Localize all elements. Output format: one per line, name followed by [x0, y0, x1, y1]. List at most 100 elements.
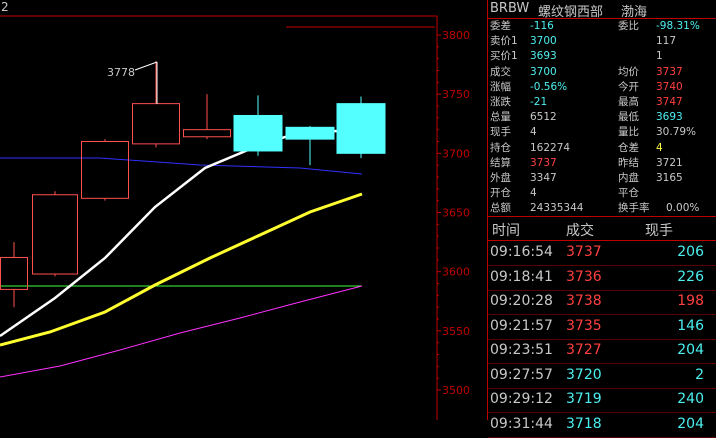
quote-label: 均价 — [618, 65, 639, 78]
quote-label: 总量 — [490, 111, 511, 124]
quote-row: 卖价1 3700 117 — [488, 35, 716, 47]
tick-row[interactable]: 09:16:54 3737 206 — [488, 241, 716, 265]
tick-price: 3737 — [566, 244, 602, 260]
quote-value: 0.00% — [666, 202, 700, 215]
tick-volume: 204 — [677, 415, 704, 432]
tick-time: 09:20:28 — [490, 293, 553, 309]
tick-time: 09:27:57 — [490, 366, 553, 383]
quote-value: 3693 — [530, 50, 557, 63]
tick-price: 3719 — [566, 391, 602, 407]
quote-label: 涨幅 — [490, 80, 511, 93]
tick-row[interactable]: 09:31:44 3718 204 — [488, 413, 716, 437]
quote-row: 涨跌 -21 最高 3747 — [488, 96, 716, 108]
quote-label: 委差 — [490, 20, 511, 32]
quote-label: 量比 — [618, 126, 639, 139]
tick-time: 09:31:44 — [490, 415, 553, 432]
quote-value: 4 — [656, 141, 663, 154]
quote-value: -21 — [530, 96, 548, 108]
quote-value: 3737 — [656, 65, 683, 78]
quote-row: 总额 24335344 换手率 0.00% — [488, 202, 716, 214]
candlestick-chart[interactable]: 2 3800 3750 3700 3650 3600 3550 3500 3778 — [0, 0, 487, 420]
header-separator — [488, 18, 716, 19]
tick-time: 09:18:41 — [490, 268, 553, 285]
axis-label: 3750 — [442, 88, 470, 101]
quote-label: 最低 — [618, 111, 639, 124]
tick-price: 3727 — [566, 342, 602, 358]
quote-row: 买价1 3693 1 — [488, 50, 716, 62]
quote-value: 3700 — [530, 65, 557, 78]
quote-value: 1 — [656, 50, 663, 63]
tick-row[interactable]: 09:23:51 3727 204 — [488, 339, 716, 363]
quote-row: 现手 4 量比 30.79% — [488, 126, 716, 138]
quote-row: 委差 -116 委比 -98.31% — [488, 20, 716, 32]
axis-label: 3600 — [442, 266, 470, 279]
tick-volume: 204 — [677, 342, 704, 358]
axis-label: 3700 — [442, 147, 470, 160]
quote-value: 3721 — [656, 156, 683, 169]
quote-label: 平仓 — [618, 187, 639, 200]
tick-volume: 2 — [695, 366, 704, 383]
ticks-header: 时间 成交 现手 — [488, 217, 716, 239]
quote-value: 6512 — [530, 111, 557, 124]
tick-time: 09:16:54 — [490, 244, 553, 260]
quote-panel: BRBW 螺纹钢西部 渤海 委差 -116 委比 -98.31% 卖价1 3700 117 买… — [487, 0, 716, 438]
annotation-label: 3778 — [107, 66, 135, 79]
quote-label: 今开 — [618, 80, 639, 93]
tick-time: 09:23:51 — [490, 342, 553, 358]
tick-row[interactable]: 09:21:57 3735 146 — [488, 315, 716, 339]
quote-label: 持仓 — [490, 141, 511, 154]
quote-row: 开仓 4 平仓 — [488, 187, 716, 199]
ticks-header-price: 成交 — [566, 223, 594, 239]
quote-row: 结算 3737 昨结 3721 — [488, 157, 716, 169]
quote-label: 涨跌 — [490, 96, 511, 108]
candle-body-down — [233, 114, 283, 152]
chart-background — [0, 0, 487, 420]
tick-price: 3738 — [566, 293, 602, 309]
tick-row[interactable]: 09:18:41 3736 226 — [488, 266, 716, 290]
tick-price: 3736 — [566, 268, 602, 285]
quote-value: 3165 — [656, 172, 683, 184]
quote-row: 持仓 162274 仓差 4 — [488, 142, 716, 154]
candle-body-down — [285, 126, 335, 140]
tick-volume: 198 — [677, 293, 704, 309]
quote-value: 3740 — [656, 80, 683, 93]
quote-row: 总量 6512 最低 3693 — [488, 111, 716, 123]
quote-label: 昨结 — [618, 156, 639, 169]
axis-label: 3650 — [442, 207, 470, 220]
quote-row: 成交 3700 均价 3737 — [488, 66, 716, 78]
quote-row: 外盘 3347 内盘 3165 — [488, 172, 716, 184]
quote-label: 开仓 — [490, 187, 511, 200]
tick-volume: 240 — [677, 391, 704, 407]
quote-value: 117 — [656, 35, 677, 48]
quote-label: 成交 — [490, 65, 511, 78]
tick-volume: 206 — [677, 244, 704, 260]
tick-row[interactable]: 09:27:57 3720 2 — [488, 364, 716, 388]
tick-price: 3720 — [566, 366, 602, 383]
quote-label: 结算 — [490, 156, 511, 169]
quote-label: 委比 — [618, 20, 639, 32]
quote-value: 3693 — [656, 111, 683, 124]
quote-label: 总额 — [490, 202, 511, 215]
tick-volume: 146 — [677, 317, 704, 334]
quote-label: 最高 — [618, 96, 639, 108]
tick-price: 3718 — [566, 415, 602, 432]
quote-value: -116 — [530, 20, 554, 32]
tick-volume: 226 — [677, 268, 704, 285]
quote-label: 仓差 — [618, 141, 639, 154]
quote-label: 换手率 — [618, 202, 650, 215]
contract-code: BRBW — [490, 1, 530, 16]
quote-label: 现手 — [490, 126, 511, 139]
tick-time: 09:21:57 — [490, 317, 553, 334]
quote-value: 4 — [530, 126, 537, 139]
quote-label: 买价1 — [490, 50, 518, 63]
tick-row[interactable]: 09:20:28 3738 198 — [488, 290, 716, 314]
axis-label: 3500 — [442, 384, 470, 397]
quote-value: 3747 — [656, 96, 683, 108]
tick-row[interactable]: 09:29:12 3719 240 — [488, 388, 716, 412]
quote-value: 3737 — [530, 156, 557, 169]
quote-value: 3700 — [530, 35, 557, 48]
axis-label: 3800 — [442, 29, 470, 42]
chart-corner-label: 2 — [1, 0, 9, 14]
axis-label: 3550 — [442, 325, 470, 338]
candle-body-down — [336, 103, 386, 154]
